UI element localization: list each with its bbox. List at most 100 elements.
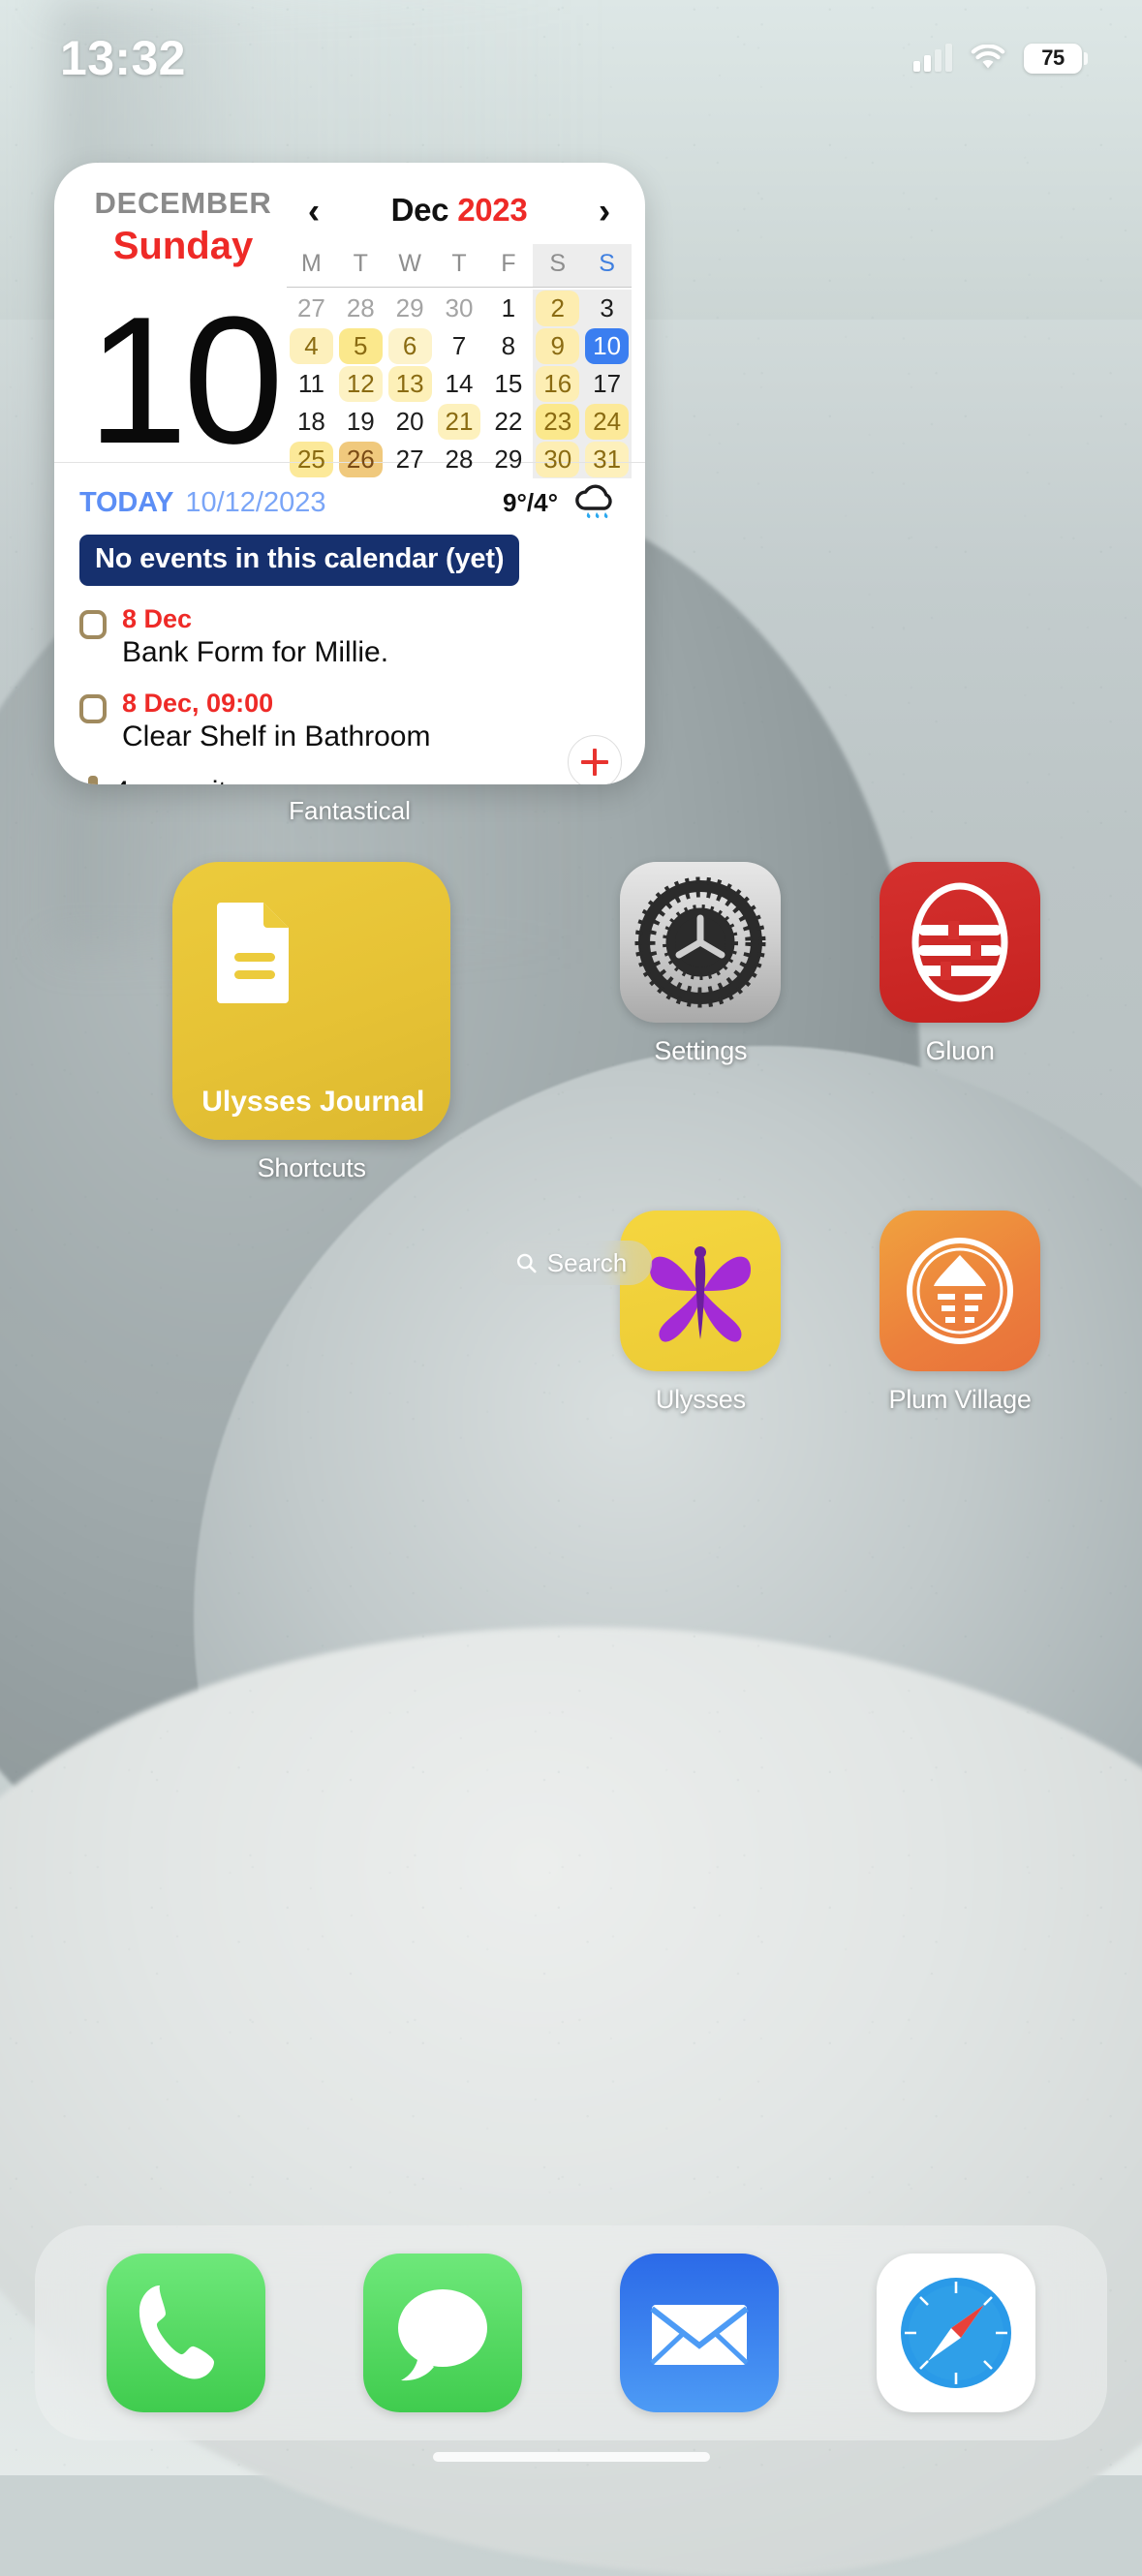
calendar-day-number: 14	[445, 369, 474, 398]
calendar-day-29[interactable]: 29	[386, 290, 435, 327]
app-settings[interactable]: Settings	[571, 862, 831, 1183]
calendar-weekday-6: S	[582, 244, 632, 287]
calendar-day-number: 27	[395, 445, 424, 474]
plum-village-icon	[880, 1211, 1041, 1371]
calendar-day-number: 23	[543, 407, 572, 436]
event-title: Clear Shelf in Bathroom	[122, 721, 431, 753]
calendar-month-label: Dec	[390, 192, 449, 228]
calendar-day-2[interactable]: 2	[533, 290, 583, 327]
calendar-weekday-header: MTWTFSS	[287, 244, 632, 287]
app-row-1: Ulysses Journal Shortcuts Settings Gluon	[0, 862, 1142, 1183]
compass-icon[interactable]	[876, 2254, 1035, 2412]
calendar-day-7[interactable]: 7	[435, 327, 484, 365]
calendar-day-28[interactable]: 28	[336, 290, 386, 327]
calendar-day-number: 12	[346, 369, 375, 398]
calendar-day-8[interactable]: 8	[483, 327, 533, 365]
calendar-week-row: 27 28 29 30 1 2 3	[287, 290, 632, 327]
calendar-day-15[interactable]: 15	[483, 365, 533, 403]
calendar-day-13[interactable]: 13	[386, 365, 435, 403]
home-indicator	[432, 2452, 710, 2462]
butterfly-icon	[620, 1211, 782, 1371]
calendar-day-6[interactable]: 6	[386, 327, 435, 365]
calendar-day-27[interactable]: 27	[287, 290, 336, 327]
calendar-day-number: 28	[346, 293, 375, 322]
calendar-day-5[interactable]: 5	[336, 327, 386, 365]
calendar-nav: ‹ Dec 2023 ›	[287, 188, 632, 232]
more-items-label: 4 more items	[113, 776, 281, 784]
calendar-day-19[interactable]: 19	[336, 403, 386, 441]
calendar-week-row: 11 12 13 14 15 16 17	[287, 365, 632, 403]
search-pill[interactable]: Search	[489, 1241, 653, 1285]
calendar-title: Dec 2023	[333, 192, 585, 229]
event-date: 8 Dec	[122, 604, 193, 633]
widget-calendar-section: DECEMBER Sunday 10 ‹ Dec 2023 › MTWTFSS 2…	[54, 163, 645, 478]
app-gluon[interactable]: Gluon	[830, 862, 1090, 1183]
calendar-day-24[interactable]: 24	[582, 403, 632, 441]
calendar-header-divider	[287, 287, 632, 288]
status-indicators: 75	[913, 43, 1088, 74]
calendar-day-number: 10	[593, 331, 622, 360]
app-label-plum-village: Plum Village	[888, 1385, 1032, 1414]
calendar-day-number: 2	[550, 293, 565, 322]
gluon-icon	[880, 862, 1041, 1023]
app-label-gluon: Gluon	[925, 1036, 995, 1065]
calendar-week-row: 4 5 6 7 8 9 10	[287, 327, 632, 365]
chevron-right-icon[interactable]: ›	[585, 193, 624, 229]
fantastical-widget[interactable]: DECEMBER Sunday 10 ‹ Dec 2023 › MTWTFSS 2…	[54, 163, 645, 784]
calendar-year-label: 2023	[457, 192, 528, 228]
calendar-day-number: 26	[346, 445, 375, 474]
shortcuts-widget[interactable]: Ulysses Journal	[172, 862, 451, 1140]
app-grid: Ulysses Journal Shortcuts Settings Gluon…	[0, 862, 1142, 1415]
checkbox-empty-icon[interactable]	[79, 694, 107, 724]
calendar-weeks: 27 28 29 30 1 2 3 4 5 6 7 8 9 10 11 12 13 14 15 16 17 18 19 20 2…	[287, 290, 632, 478]
add-event-button[interactable]	[568, 735, 622, 784]
calendar-day-3[interactable]: 3	[582, 290, 632, 327]
status-time: 13:32	[60, 31, 186, 85]
calendar-day-number: 7	[451, 331, 467, 360]
calendar-day-10[interactable]: 10	[582, 327, 632, 365]
calendar-day-11[interactable]: 11	[287, 365, 336, 403]
widget-month-grid: ‹ Dec 2023 › MTWTFSS 27 28 29 30 1 2 3 4 5 6 7 8 9 10 1…	[287, 188, 645, 478]
event-item[interactable]: 8 Dec, 09:00 Clear Shelf in Bathroom	[79, 689, 622, 754]
calendar-weekday-0: M	[301, 250, 322, 277]
checkbox-empty-icon[interactable]	[79, 610, 107, 639]
chevron-left-icon[interactable]: ‹	[294, 193, 333, 229]
calendar-day-number: 15	[494, 369, 523, 398]
event-item[interactable]: 8 Dec Bank Form for Millie.	[79, 604, 622, 670]
calendar-day-12[interactable]: 12	[336, 365, 386, 403]
calendar-day-number: 30	[543, 445, 572, 474]
calendar-day-number: 11	[297, 369, 324, 398]
calendar-day-14[interactable]: 14	[435, 365, 484, 403]
app-plum-village[interactable]: Plum Village	[830, 1211, 1090, 1415]
calendar-day-30[interactable]: 30	[435, 290, 484, 327]
more-items-row[interactable]: 4 more items	[79, 776, 622, 784]
calendar-day-1[interactable]: 1	[483, 290, 533, 327]
calendar-day-21[interactable]: 21	[435, 403, 484, 441]
calendar-day-18[interactable]: 18	[287, 403, 336, 441]
calendar-day-number: 17	[593, 369, 622, 398]
calendar-week-row: 18 19 20 21 22 23 24	[287, 403, 632, 441]
dock	[35, 2225, 1107, 2440]
message-bubble-icon[interactable]	[363, 2254, 523, 2412]
widget-month-name: DECEMBER	[94, 186, 272, 220]
calendar-day-4[interactable]: 4	[287, 327, 336, 365]
calendar-day-number: 13	[395, 369, 424, 398]
envelope-icon[interactable]	[619, 2254, 779, 2412]
widget-weekday: Sunday	[112, 225, 254, 267]
calendar-day-23[interactable]: 23	[533, 403, 583, 441]
calendar-day-20[interactable]: 20	[386, 403, 435, 441]
calendar-day-16[interactable]: 16	[533, 365, 583, 403]
calendar-day-number: 24	[593, 407, 622, 436]
calendar-day-number: 5	[354, 331, 368, 360]
calendar-day-17[interactable]: 17	[582, 365, 632, 403]
today-label: TODAY	[79, 486, 174, 518]
calendar-day-9[interactable]: 9	[533, 327, 583, 365]
calendar-day-22[interactable]: 22	[483, 403, 533, 441]
calendar-day-number: 22	[494, 407, 523, 436]
calendar-day-number: 19	[346, 407, 375, 436]
phone-icon[interactable]	[107, 2254, 266, 2412]
calendar-day-number: 27	[296, 293, 325, 322]
calendar-day-number: 31	[593, 445, 622, 474]
widget-caption: Fantastical	[289, 796, 411, 825]
event-body: 8 Dec, 09:00 Clear Shelf in Bathroom	[122, 689, 622, 754]
